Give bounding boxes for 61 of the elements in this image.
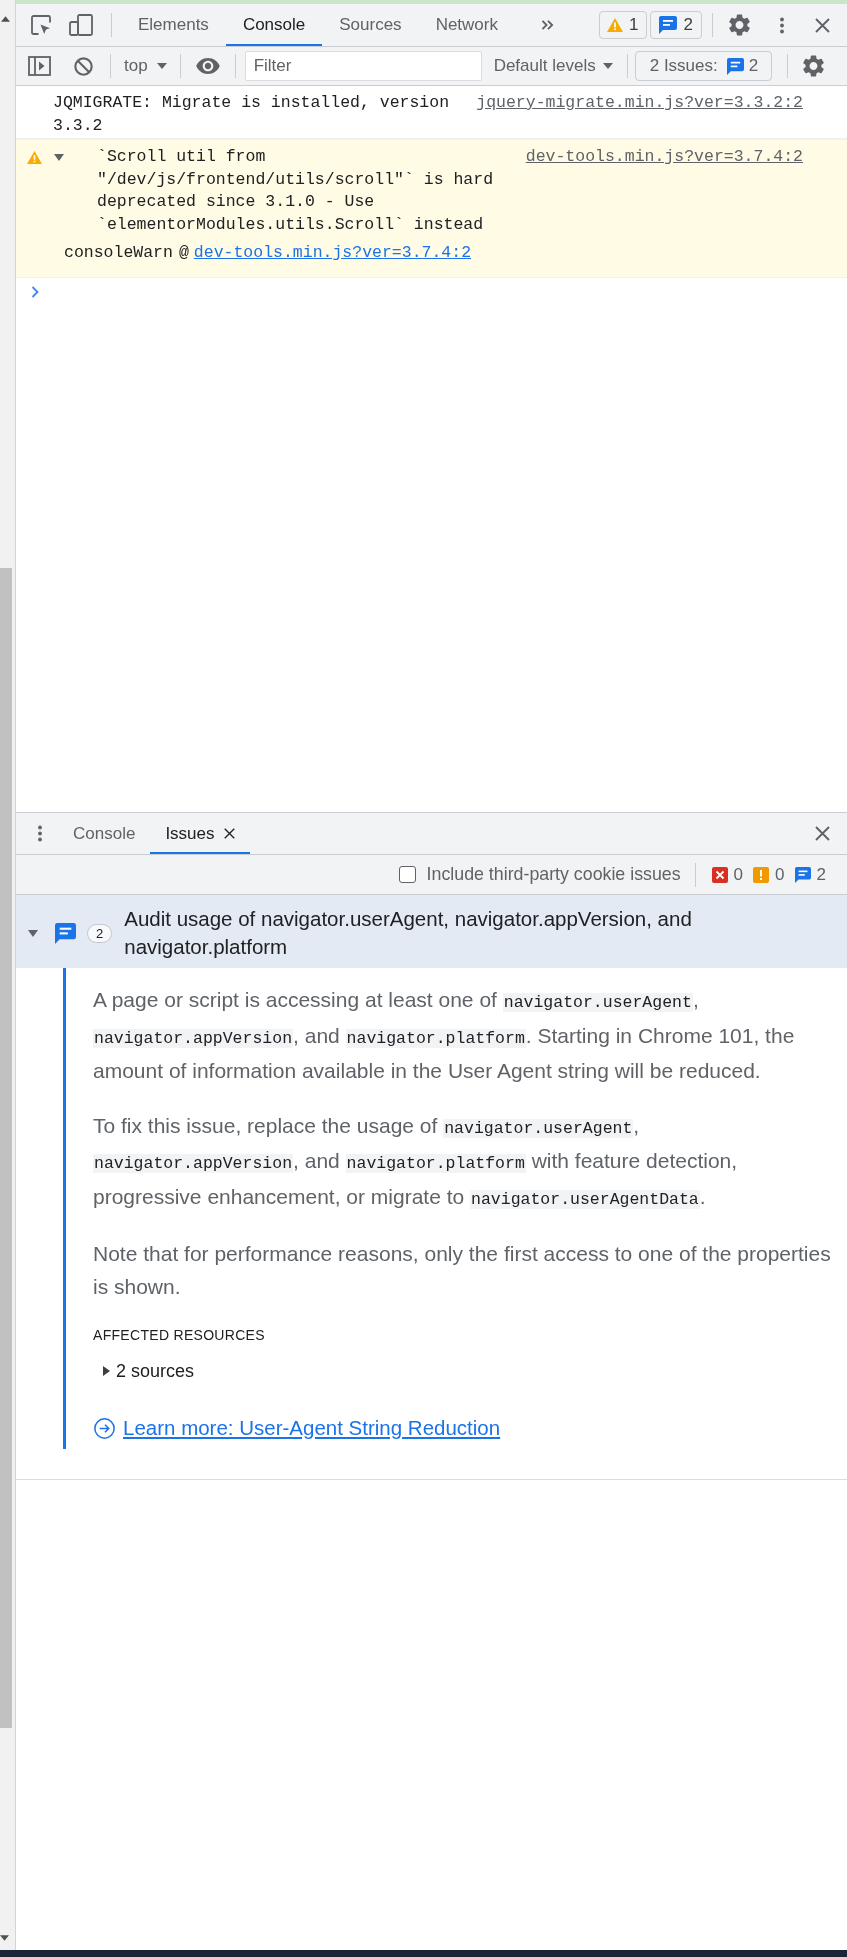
caret-icon: [156, 63, 167, 69]
message-text: `Scroll util from "/dev/js/frontend/utils/scroll"` is hard deprecated since 3.1.0 - Use `elementorModules.utils.Scroll` instead: [97, 146, 495, 236]
caret-right-icon[interactable]: [103, 1366, 110, 1376]
inspect-icon[interactable]: [31, 15, 51, 35]
messages-badge[interactable]: 2: [649, 11, 702, 39]
panel-tab[interactable]: Network: [418, 4, 515, 46]
issue-description: A page or script is accessing at least one of navigator.userAgent, navigator.appVersion, and navigator.platform. Starting in Chrome 101, the amount of information available in the User Agent string will be reduced.: [93, 987, 796, 1084]
message-icon: [658, 16, 677, 34]
checkbox[interactable]: [398, 866, 416, 883]
function-name: consoleWarn: [64, 242, 173, 264]
caret-icon: [602, 63, 613, 69]
more-options-icon[interactable]: [38, 825, 42, 842]
message-text: JQMIGRATE: Migrate is installed, version 3.3.2: [53, 92, 451, 137]
caret-down-icon[interactable]: [54, 154, 64, 161]
error-icon: [711, 866, 728, 883]
panel-tab[interactable]: Sources: [322, 4, 419, 46]
message-count: 2: [816, 863, 826, 886]
devices-icon[interactable]: [69, 14, 93, 36]
warnings-badge[interactable]: 1: [599, 11, 647, 39]
warning-count: 0: [775, 863, 785, 886]
issue-description: To fix this issue, replace the usage of navigator.userAgent, navigator.appVersion, and navigator.platform with feature detection, progressive enhancement, or migrate to navigator.userAgentData.: [93, 1112, 739, 1211]
page-scrollbar[interactable]: [0, 0, 16, 1950]
eye-icon[interactable]: [195, 58, 220, 74]
scrollbar-thumb[interactable]: [0, 568, 12, 1728]
message-icon: [55, 922, 76, 944]
issue-description: Note that for performance reasons, only the first access to one of the properties is shown.: [93, 1241, 832, 1300]
sidebar-toggle-icon[interactable]: [28, 56, 51, 76]
arrow-circle-icon: [94, 1417, 115, 1439]
drawer-tab[interactable]: Console: [58, 813, 151, 854]
source-link[interactable]: jquery-migrate.min.js?ver=3.3.2:2: [476, 92, 803, 115]
clear-console-icon[interactable]: [74, 56, 93, 76]
more-options-icon[interactable]: [780, 16, 784, 34]
affected-resources-heading: AFFECTED RESOURCES: [93, 1326, 265, 1345]
checkbox-label: Include third-party cookie issues: [426, 863, 681, 887]
issues-button[interactable]: 2 Issues: 2: [634, 51, 773, 81]
error-count: 0: [733, 863, 744, 886]
close-icon[interactable]: [223, 828, 235, 839]
at-sign: @: [178, 242, 189, 264]
double-chevron-icon[interactable]: [541, 19, 554, 31]
issue-title: Audit usage of navigator.userAgent, navigator.appVersion, and navigator.platform: [124, 906, 693, 960]
warning-icon: [607, 18, 624, 32]
scroll-down-arrow-icon[interactable]: [0, 1935, 9, 1941]
panel-tab[interactable]: Elements: [121, 4, 226, 46]
settings-icon[interactable]: [729, 14, 750, 36]
message-icon: [794, 866, 811, 883]
scroll-up-arrow-icon[interactable]: [1, 16, 10, 22]
issue-count-badge: 2: [87, 923, 113, 943]
warning-icon: [27, 151, 42, 164]
source-link[interactable]: dev-tools.min.js?ver=3.7.4:2: [525, 146, 803, 169]
caret-down-icon[interactable]: [28, 929, 38, 937]
stack-source-link[interactable]: dev-tools.min.js?ver=3.7.4:2: [193, 242, 472, 265]
log-levels-dropdown[interactable]: Default levels: [493, 53, 613, 79]
message-icon: [726, 57, 744, 75]
prompt-chevron-icon: [31, 285, 39, 298]
learn-more-link[interactable]: Learn more: User-Agent String Reduction: [93, 1413, 501, 1443]
issue-header[interactable]: 2 Audit usage of navigator.userAgent, navigator.appVersion, and navigator.platform: [16, 895, 847, 968]
settings-icon[interactable]: [803, 55, 825, 77]
filter-field[interactable]: Filter: [244, 51, 482, 81]
warning-icon: [753, 866, 770, 883]
context-dropdown[interactable]: top: [124, 53, 167, 79]
sources-toggle[interactable]: 2 sources: [93, 1358, 195, 1384]
